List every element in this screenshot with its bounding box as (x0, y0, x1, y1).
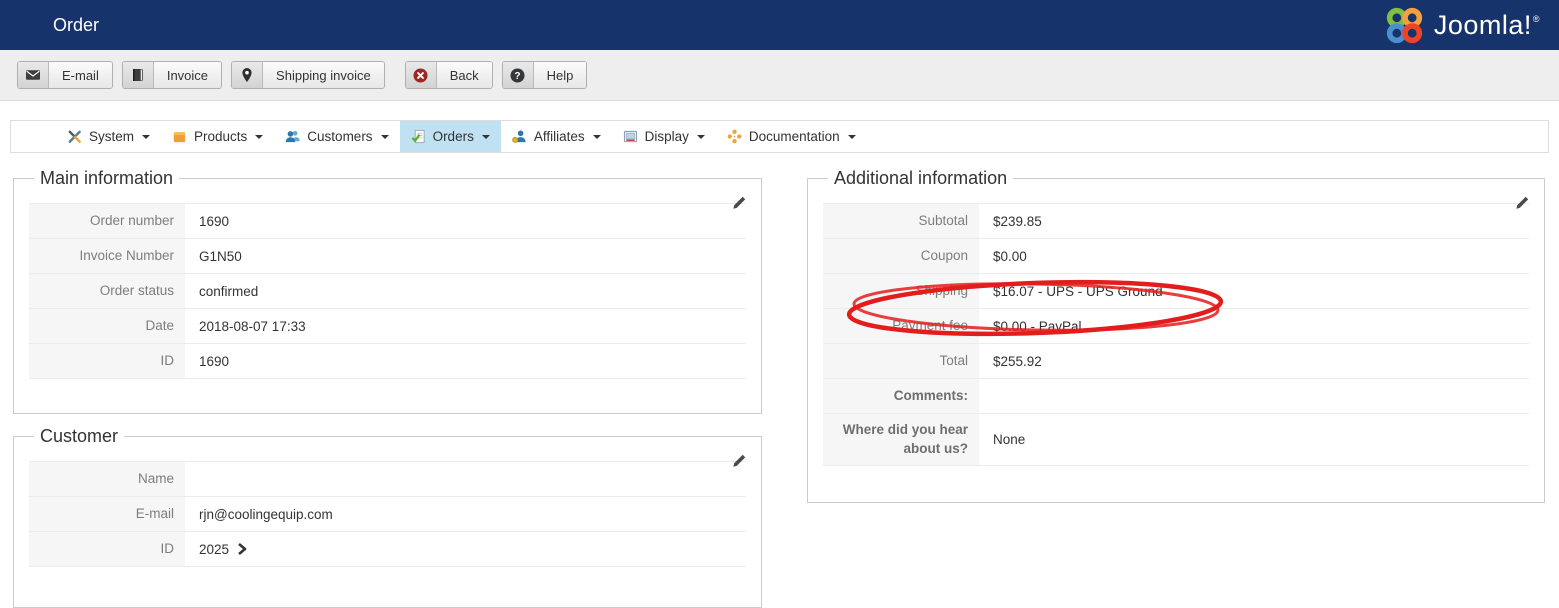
edit-pencil-icon[interactable] (732, 454, 746, 468)
panel-title: Main information (40, 168, 174, 188)
chevron-down-icon (255, 134, 264, 139)
table-row: ID 2025 (29, 532, 746, 567)
top-navbar: Order Joomla!® (0, 0, 1559, 50)
chevron-down-icon (696, 134, 705, 139)
table-row: Payment fee $0.00 - PayPal (823, 309, 1529, 344)
chevron-down-icon (142, 134, 151, 139)
menu-item-affiliates[interactable]: Affiliates (501, 121, 612, 152)
page-title: Order (53, 14, 100, 35)
joomla-logo-icon (1384, 5, 1425, 46)
affiliates-icon (512, 129, 527, 144)
table-row: Invoice Number G1N50 (29, 239, 746, 274)
menu-item-customers[interactable]: Customers (274, 121, 399, 152)
envelope-icon (18, 62, 49, 88)
table-row: Order number 1690 (29, 204, 746, 239)
table-row: Subtotal $239.85 (823, 204, 1529, 239)
menu-item-system[interactable]: System (56, 121, 161, 152)
edit-pencil-icon[interactable] (732, 196, 746, 210)
panel-title: Customer (40, 426, 119, 446)
panel-customer: Customer Name E-mail rjn@coolingequip.co… (13, 426, 762, 608)
chevron-down-icon (847, 134, 856, 139)
menu-item-products[interactable]: Products (161, 121, 274, 152)
table-row: Comments: (823, 379, 1529, 414)
map-pin-icon (232, 62, 264, 88)
help-button[interactable]: ? Help (501, 61, 588, 89)
display-icon (623, 129, 638, 144)
chevron-down-icon (592, 134, 601, 139)
book-icon (122, 62, 154, 88)
table-row: Where did you hear about us? None (823, 414, 1529, 466)
email-button[interactable]: E-mail (17, 61, 113, 89)
panel-title: Additional information (834, 168, 1008, 188)
toolbar: E-mail Invoice Shipping invoice Back ? H… (0, 50, 1559, 101)
table-row: Order status confirmed (29, 274, 746, 309)
orders-doc-icon (411, 129, 426, 144)
menu-item-display[interactable]: Display (612, 121, 716, 152)
help-circle-icon: ? (502, 62, 534, 88)
table-row: E-mail rjn@coolingequip.com (29, 497, 746, 532)
content-area: Main information Order number 1690 Invoi… (0, 168, 1559, 608)
table-row: ID 1690 (29, 344, 746, 379)
admin-menubar: System Products Customers Orders Affilia… (10, 120, 1549, 153)
back-circle-icon (405, 62, 437, 88)
info-table: Subtotal $239.85 Coupon $0.00 Shipping $… (823, 203, 1529, 466)
menu-item-orders[interactable]: Orders (399, 121, 501, 152)
product-box-icon (172, 129, 187, 144)
svg-text:?: ? (515, 71, 521, 82)
info-table: Order number 1690 Invoice Number G1N50 O… (29, 203, 746, 379)
back-button[interactable]: Back (404, 61, 493, 89)
table-row: Coupon $0.00 (823, 239, 1529, 274)
panel-additional-information: Additional information Subtotal $239.85 … (807, 168, 1545, 503)
customer-id-value: 2025 (199, 541, 230, 557)
panel-main-information: Main information Order number 1690 Invoi… (13, 168, 762, 414)
shipping-invoice-button[interactable]: Shipping invoice (231, 61, 385, 89)
info-table: Name E-mail rjn@coolingequip.com ID 2025 (29, 461, 746, 567)
documentation-icon (727, 129, 742, 144)
chevron-down-icon (380, 134, 389, 139)
goto-customer-arrow-icon[interactable] (237, 543, 247, 555)
invoice-button[interactable]: Invoice (121, 61, 223, 89)
table-row: Date 2018-08-07 17:33 (29, 309, 746, 344)
table-row-shipping: Shipping $16.07 - UPS - UPS Ground (823, 274, 1529, 309)
system-tools-icon (67, 129, 82, 144)
chevron-down-icon (481, 134, 490, 139)
spacer (0, 101, 1559, 120)
table-row: Name (29, 462, 746, 497)
joomla-logo: Joomla!® (1384, 5, 1539, 46)
customers-icon (285, 129, 300, 144)
menu-item-documentation[interactable]: Documentation (716, 121, 867, 152)
edit-pencil-icon[interactable] (1515, 196, 1529, 210)
registered-mark: ® (1532, 13, 1540, 24)
table-row: Total $255.92 (823, 344, 1529, 379)
joomla-logo-text: Joomla!® (1433, 9, 1540, 40)
